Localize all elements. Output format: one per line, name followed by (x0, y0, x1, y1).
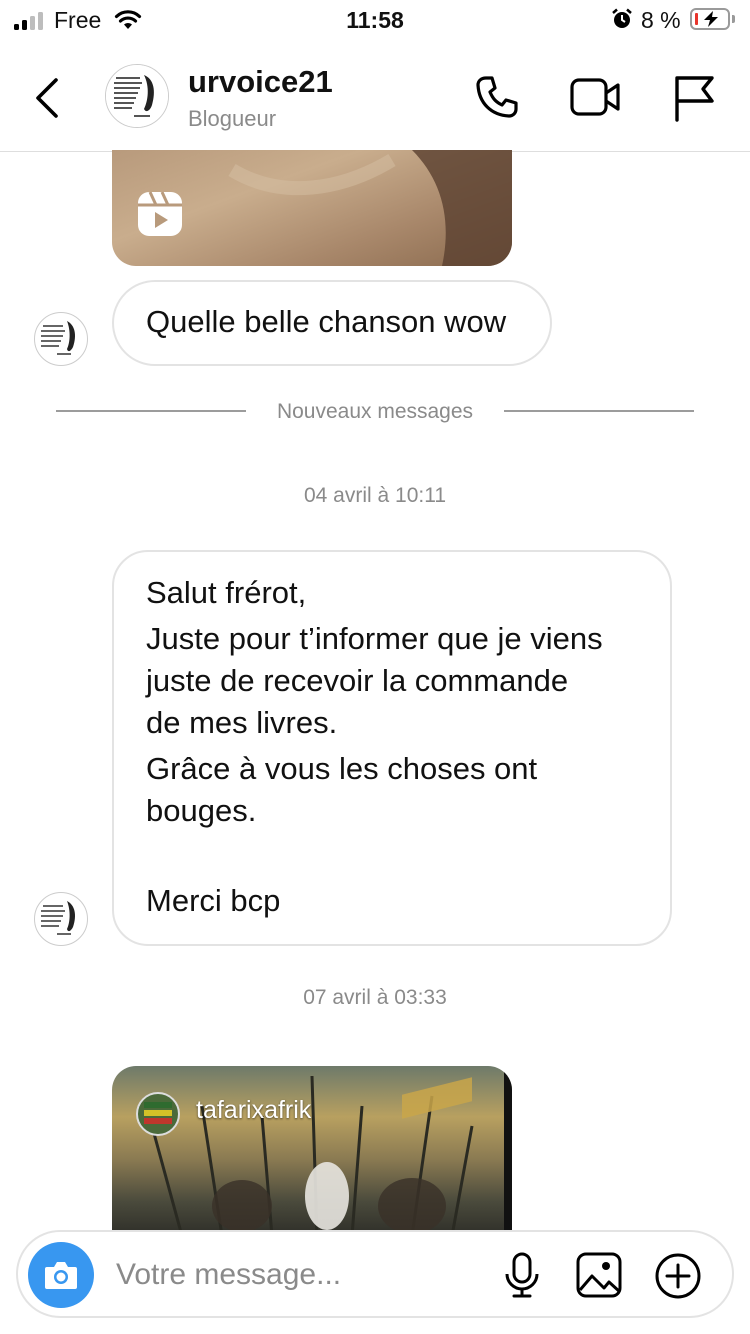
plus-circle-icon (655, 1253, 701, 1299)
report-button[interactable] (672, 74, 716, 127)
shared-reel-card[interactable] (112, 150, 512, 266)
message-timestamp: 07 avril à 03:33 (303, 986, 447, 1009)
voice-message-button[interactable] (502, 1252, 542, 1303)
video-camera-icon (570, 78, 620, 116)
message-text-line: Grâce à vous les choses ont (146, 751, 538, 786)
battery-percent: 8 % (641, 7, 681, 33)
avatar[interactable] (105, 64, 169, 128)
message-text-line: Juste pour t’informer que je viens (146, 621, 603, 656)
alarm-icon (611, 8, 633, 35)
message-bubble[interactable]: Quelle belle chanson wow (112, 280, 552, 366)
divider (504, 410, 694, 412)
post-owner-username: tafarixafrik (196, 1096, 312, 1124)
message-timestamp: 04 avril à 10:11 (303, 484, 447, 507)
more-options-button[interactable] (654, 1252, 702, 1305)
battery-cap (732, 15, 735, 23)
status-time: 11:58 (346, 7, 404, 33)
avatar[interactable] (34, 312, 88, 366)
message-input[interactable] (114, 1248, 448, 1302)
message-text: Quelle belle chanson wow (146, 304, 507, 339)
call-button[interactable] (474, 74, 520, 125)
camera-button[interactable] (28, 1242, 94, 1308)
chat-header: urvoice21 Blogueur (0, 44, 750, 152)
phone-icon (476, 76, 518, 118)
image-icon (576, 1252, 622, 1298)
chevron-left-icon (36, 78, 58, 118)
video-call-button[interactable] (570, 76, 622, 123)
message-text-line: bouges. (146, 793, 257, 828)
message-composer (16, 1230, 734, 1318)
shared-post-card[interactable]: tafarixafrik (112, 1066, 512, 1236)
avatar[interactable] (34, 892, 88, 946)
message-text-line: de mes livres. (146, 705, 338, 740)
contact-subtitle: Blogueur (188, 106, 277, 131)
back-button[interactable] (30, 74, 66, 122)
message-text-line: juste de recevoir la commande (146, 663, 569, 698)
status-bar: Free 11:58 8 % (0, 0, 750, 44)
reel-icon (138, 191, 182, 241)
microphone-icon (505, 1252, 539, 1298)
camera-icon (45, 1262, 77, 1289)
message-text-line: Salut frérot, (146, 575, 307, 610)
gallery-button[interactable] (576, 1252, 622, 1303)
battery-icon (690, 8, 730, 30)
flag-icon (675, 76, 714, 122)
message-text-line: Merci bcp (146, 883, 281, 918)
contact-username[interactable]: urvoice21 (188, 64, 333, 100)
avatar (136, 1092, 180, 1136)
message-bubble[interactable]: Salut frérot, Juste pour t’informer que … (112, 550, 672, 946)
new-messages-label: Nouveaux messages (276, 400, 474, 423)
